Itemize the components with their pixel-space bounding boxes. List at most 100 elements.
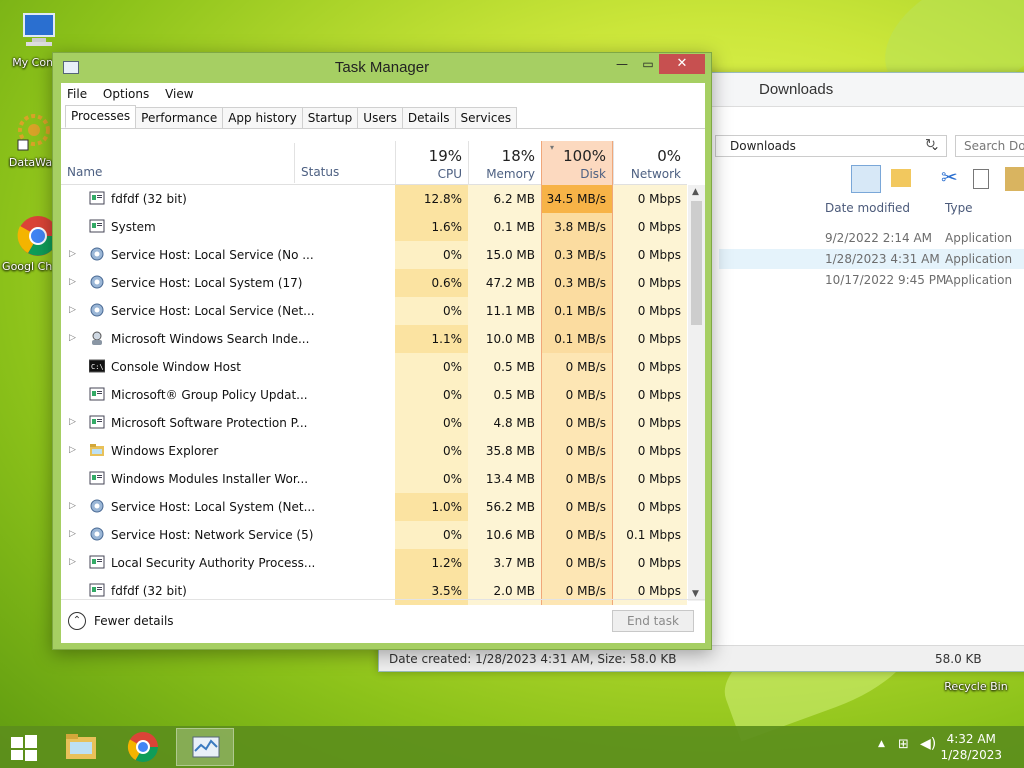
expand-icon[interactable]: ▷ — [69, 529, 76, 539]
tab-processes[interactable]: Processes — [65, 105, 137, 128]
column-type[interactable]: Type — [945, 201, 973, 215]
maximize-button[interactable]: ▭ — [635, 54, 661, 74]
tab-users[interactable]: Users — [357, 107, 403, 129]
process-name: Microsoft® Group Policy Updat... — [111, 388, 308, 402]
column-date-modified[interactable]: Date modified — [825, 201, 910, 215]
menu-options[interactable]: Options — [103, 87, 149, 101]
process-row[interactable]: ▷ Service Host: Network Service (5) 0% 10.6… — [61, 521, 687, 549]
process-row[interactable]: ▷ Service Host: Local Service (No ... 0% 15… — [61, 241, 687, 269]
process-name: Service Host: Local Service (No ... — [111, 248, 314, 262]
process-memory: 10.6 MB — [468, 521, 541, 549]
file-row[interactable]: 10/17/2022 9:45 PM Application — [825, 273, 1024, 287]
expand-icon[interactable]: ▷ — [69, 417, 76, 427]
file-type: Application — [945, 252, 1013, 266]
tab-services[interactable]: Services — [454, 107, 518, 129]
expand-icon[interactable]: ▷ — [69, 249, 76, 259]
file-row[interactable]: 9/2/2022 2:14 AM Application — [825, 231, 1024, 245]
tab-details[interactable]: Details — [401, 107, 456, 129]
menu-file[interactable]: File — [67, 87, 87, 101]
process-row[interactable]: ▷ Windows Explorer 0% 35.8 MB 0 MB/s 0 Mbps — [61, 437, 687, 465]
process-row[interactable]: ▷ Microsoft Software Protection P... 0% 4.8… — [61, 409, 687, 437]
tab-startup[interactable]: Startup — [301, 107, 359, 129]
memory-label: Memory — [486, 167, 535, 181]
process-row[interactable]: System 1.6% 0.1 MB 3.8 MB/s 0 Mbps — [61, 213, 687, 241]
column-disk[interactable]: ▾ 100% Disk — [541, 141, 613, 185]
start-button[interactable] — [10, 734, 38, 762]
process-memory: 47.2 MB — [468, 269, 541, 297]
scroll-down-icon[interactable]: ▼ — [692, 589, 699, 599]
process-row[interactable]: ▷ Service Host: Local Service (Net... 0% 11… — [61, 297, 687, 325]
process-network: 0 Mbps — [613, 437, 687, 465]
expand-icon[interactable]: ▷ — [69, 333, 76, 343]
process-row[interactable]: ▷ Service Host: Local System (Net... 1.0% 5… — [61, 493, 687, 521]
sort-arrow-icon: ▾ — [550, 143, 555, 152]
column-name[interactable]: Name — [67, 165, 102, 179]
process-row[interactable]: ▷ Microsoft Windows Search Inde... 1.1% 10.… — [61, 325, 687, 353]
scroll-up-icon[interactable]: ▲ — [692, 187, 699, 197]
paste-icon[interactable] — [1005, 167, 1024, 191]
process-disk: 0.1 MB/s — [541, 297, 613, 325]
process-row[interactable]: fdfdf (32 bit) 12.8% 6.2 MB 34.5 MB/s 0 Mbps — [61, 185, 687, 213]
column-network[interactable]: 0% Network — [613, 141, 687, 185]
process-row[interactable]: Windows Modules Installer Wor... 0% 13.4 M… — [61, 465, 687, 493]
explorer-search-input[interactable]: Search Dow — [955, 135, 1024, 157]
process-network: 0 Mbps — [613, 381, 687, 409]
process-disk: 0 MB/s — [541, 409, 613, 437]
speaker-icon[interactable]: ◀) — [920, 736, 936, 752]
minimize-button[interactable]: — — [609, 54, 635, 74]
file-row[interactable]: 1/28/2023 4:31 AM Application — [719, 249, 1024, 269]
memory-total: 18% — [501, 147, 535, 165]
tab-app-history[interactable]: App history — [222, 107, 303, 129]
refresh-icon[interactable]: ↻ — [925, 137, 936, 152]
expand-icon[interactable]: ▷ — [69, 501, 76, 511]
column-divider[interactable] — [294, 143, 295, 183]
show-hidden-icons[interactable]: ▲ — [878, 739, 885, 749]
svg-text:C:\: C:\ — [91, 363, 104, 371]
taskbar-chrome-button[interactable] — [114, 728, 172, 766]
scrollbar-thumb[interactable] — [691, 201, 702, 325]
process-disk: 0 MB/s — [541, 437, 613, 465]
copy-icon[interactable] — [973, 169, 989, 189]
process-memory: 10.0 MB — [468, 325, 541, 353]
column-status[interactable]: Status — [301, 165, 339, 179]
tab-performance[interactable]: Performance — [135, 107, 224, 129]
process-row[interactable]: C:\ Console Window Host 0% 0.5 MB 0 MB/s 0 Mb… — [61, 353, 687, 381]
expand-icon[interactable]: ▷ — [69, 277, 76, 287]
taskbar-taskmanager-button[interactable] — [176, 728, 234, 766]
expand-icon[interactable]: ▷ — [69, 445, 76, 455]
task-manager-body: File Options View Processes Performance Ap… — [61, 83, 705, 643]
clock[interactable]: 4:32 AM 1/28/2023 — [940, 731, 1002, 763]
file-type: Application — [945, 231, 1013, 245]
process-name: Microsoft Windows Search Inde... — [111, 332, 310, 346]
taskbar-explorer-button[interactable] — [52, 728, 110, 766]
expand-icon[interactable]: ▷ — [69, 557, 76, 567]
end-task-button[interactable]: End task — [612, 610, 694, 632]
process-network: 0 Mbps — [613, 185, 687, 213]
gear-icon — [89, 303, 105, 317]
column-memory[interactable]: 18% Memory — [468, 141, 541, 185]
chevron-up-icon[interactable]: ⌃ — [68, 612, 86, 630]
network-icon[interactable]: ⊞ — [898, 737, 909, 752]
column-cpu[interactable]: 19% CPU — [395, 141, 468, 185]
gear-icon — [89, 499, 105, 513]
explorer-address-bar[interactable]: Downloads ⌄ — [715, 135, 947, 157]
process-disk: 3.8 MB/s — [541, 213, 613, 241]
process-name: fdfdf (32 bit) — [111, 584, 187, 598]
menu-view[interactable]: View — [165, 87, 193, 101]
process-row[interactable]: Microsoft® Group Policy Updat... 0% 0.5 MB… — [61, 381, 687, 409]
process-row[interactable]: ▷ Local Security Authority Process... 1.2%… — [61, 549, 687, 577]
scissors-icon[interactable]: ✂ — [941, 165, 958, 189]
expand-icon[interactable]: ▷ — [69, 305, 76, 315]
process-row[interactable]: ▷ Service Host: Local System (17) 0.6% 47.2… — [61, 269, 687, 297]
folder-check-icon[interactable] — [891, 169, 911, 187]
process-memory: 0.5 MB — [468, 353, 541, 381]
fewer-details-link[interactable]: Fewer details — [94, 614, 174, 628]
layout-icon[interactable] — [851, 165, 881, 193]
task-manager-window[interactable]: Task Manager — ▭ ✕ File Options View Pro… — [52, 52, 712, 650]
cpu-total: 19% — [428, 147, 462, 165]
process-name: System — [111, 220, 156, 234]
vertical-scrollbar[interactable]: ▲ ▼ — [688, 185, 705, 601]
process-network: 0 Mbps — [613, 353, 687, 381]
close-button[interactable]: ✕ — [659, 54, 705, 74]
tab-bar: Processes Performance App history Startup Us… — [61, 105, 705, 129]
